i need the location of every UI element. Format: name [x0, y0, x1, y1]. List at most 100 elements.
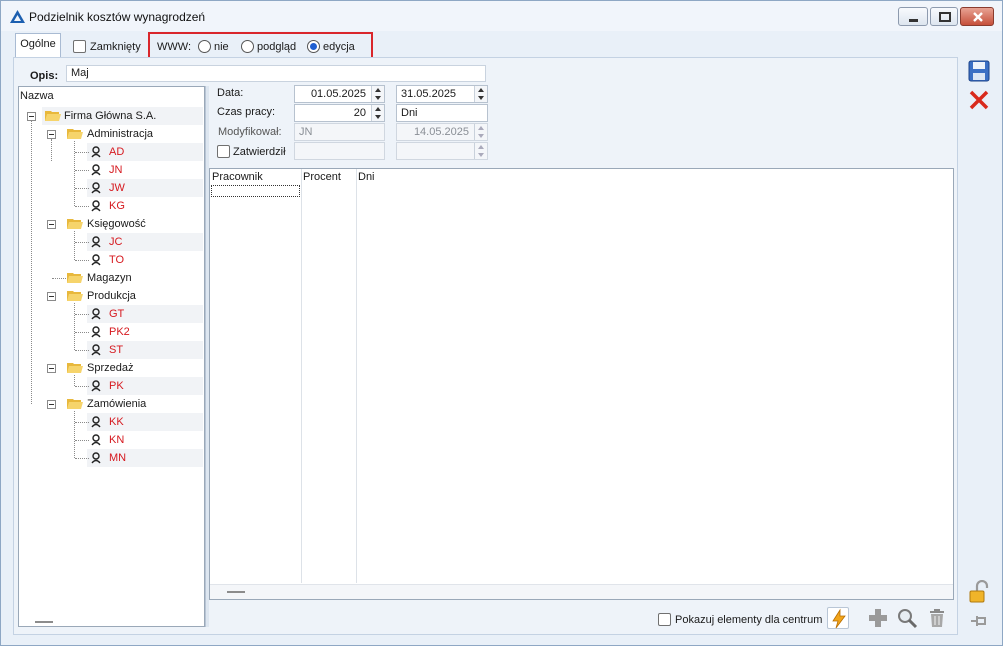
tree-line	[74, 375, 75, 386]
closed-label: Zamknięty	[90, 41, 141, 53]
modified-date-spinner	[474, 124, 487, 140]
tree-line	[75, 458, 89, 459]
tree-item-employee[interactable]: KK	[109, 416, 124, 428]
cancel-button[interactable]	[967, 88, 991, 112]
person-icon	[91, 308, 101, 320]
tree-expander-sprzedaz[interactable]	[47, 364, 56, 373]
grid-header-pracownik[interactable]: Pracownik	[212, 171, 263, 183]
tab-ogolne[interactable]: Ogólne	[15, 33, 61, 57]
pin-button[interactable]	[967, 609, 991, 633]
tree-item-employee[interactable]: KN	[109, 434, 124, 446]
unlock-button[interactable]	[967, 579, 991, 604]
date-to-value: 31.05.2025	[401, 88, 457, 100]
tree-resize-grip[interactable]	[35, 621, 53, 623]
tree-expander-zamowienia[interactable]	[47, 400, 56, 409]
tree-item-employee[interactable]: ST	[109, 344, 123, 356]
delete-button[interactable]	[926, 607, 948, 629]
tree-row-band	[87, 377, 203, 395]
tree-expander-produkcja[interactable]	[47, 292, 56, 301]
www-radio-edycja[interactable]	[307, 40, 320, 53]
maximize-icon	[939, 12, 951, 22]
tree-line	[75, 314, 89, 315]
show-elements-label: Pokazuj elementy dla centrum	[675, 614, 823, 626]
tree-expander-root[interactable]	[27, 112, 36, 121]
tree-item-employee[interactable]: MN	[109, 452, 126, 464]
czas-pracy-input[interactable]: 20	[294, 104, 385, 122]
tree-expander-ksiegowosc[interactable]	[47, 220, 56, 229]
data-label: Data:	[217, 87, 244, 99]
maximize-button[interactable]	[930, 7, 958, 26]
www-radio-nie[interactable]	[198, 40, 211, 53]
pin-icon	[971, 616, 986, 626]
closed-checkbox[interactable]	[73, 40, 86, 53]
www-option-podglad-label: podgląd	[257, 41, 297, 53]
tree-item-produkcja[interactable]: Produkcja	[87, 290, 136, 302]
add-button[interactable]	[867, 607, 889, 629]
www-label: WWW:	[157, 41, 192, 53]
tree-header-nazwa: Nazwa	[20, 90, 54, 102]
modified-label: Modyfikował:	[218, 126, 282, 138]
person-icon	[91, 326, 101, 338]
tree-line	[31, 121, 32, 404]
tree-item-administracja[interactable]: Administracja	[87, 128, 153, 140]
tree-line	[75, 242, 89, 243]
date-from-spinner[interactable]	[371, 86, 384, 102]
person-icon	[91, 380, 101, 392]
opis-input[interactable]: Maj	[66, 65, 486, 82]
grid-header-dni[interactable]: Dni	[358, 171, 375, 183]
minimize-icon	[909, 19, 918, 22]
modified-date-field: 14.05.2025	[396, 123, 488, 141]
tree-item-employee[interactable]: TO	[109, 254, 124, 266]
tree-row-band	[87, 233, 203, 251]
tree-item-magazyn[interactable]: Magazyn	[87, 272, 132, 284]
date-to-spinner[interactable]	[474, 86, 487, 102]
tree-line	[51, 139, 52, 161]
tree-item-employee[interactable]: GT	[109, 308, 124, 320]
floppy-disk-icon	[968, 60, 990, 82]
save-button[interactable]	[967, 59, 991, 83]
tree-row-band	[87, 341, 203, 359]
tree-row-band	[87, 449, 203, 467]
grid-focus-cell[interactable]	[211, 185, 300, 197]
generate-button[interactable]	[827, 607, 849, 629]
folder-open-icon	[67, 399, 83, 409]
magnifier-icon	[898, 609, 918, 629]
grid-resize-grip[interactable]	[227, 591, 245, 593]
date-from-input[interactable]: 01.05.2025	[294, 85, 385, 103]
www-option-edycja-label: edycja	[323, 41, 355, 53]
tree-item-employee[interactable]: PK	[109, 380, 124, 392]
grid-footer	[210, 584, 953, 599]
folder-open-icon	[67, 129, 83, 139]
preview-button[interactable]	[896, 607, 918, 629]
approved-date-spinner	[474, 143, 487, 159]
plus-icon	[869, 609, 887, 627]
tree-item-employee[interactable]: KG	[109, 200, 125, 212]
padlock-open-icon	[969, 579, 989, 603]
grid-column-separator[interactable]	[356, 169, 357, 583]
app-logo-icon	[10, 10, 25, 23]
tree-expander-administracja[interactable]	[47, 130, 56, 139]
czas-unit-field[interactable]: Dni	[396, 104, 488, 122]
tree-item-employee[interactable]: JC	[109, 236, 122, 248]
tree-item-root[interactable]: Firma Główna S.A.	[64, 110, 156, 122]
tree-item-employee[interactable]: AD	[109, 146, 124, 158]
tree-item-ksiegowosc[interactable]: Księgowość	[87, 218, 146, 230]
www-radio-podglad[interactable]	[241, 40, 254, 53]
tree-item-employee[interactable]: PK2	[109, 326, 130, 338]
grid-column-separator[interactable]	[301, 169, 302, 583]
tree-item-employee[interactable]: JW	[109, 182, 125, 194]
czas-pracy-spinner[interactable]	[371, 105, 384, 121]
date-to-input[interactable]: 31.05.2025	[396, 85, 488, 103]
tree-line	[74, 303, 75, 350]
tree-item-sprzedaz[interactable]: Sprzedaż	[87, 362, 133, 374]
show-elements-checkbox[interactable]	[658, 613, 671, 626]
grid-header-procent[interactable]: Procent	[303, 171, 341, 183]
tree-line	[75, 440, 89, 441]
tree-line	[52, 278, 66, 279]
approved-checkbox[interactable]	[217, 145, 230, 158]
tree-item-employee[interactable]: JN	[109, 164, 122, 176]
tree-item-zamowienia[interactable]: Zamówienia	[87, 398, 146, 410]
minimize-button[interactable]	[898, 7, 928, 26]
close-button[interactable]	[960, 7, 994, 26]
tree-row-band	[87, 179, 203, 197]
